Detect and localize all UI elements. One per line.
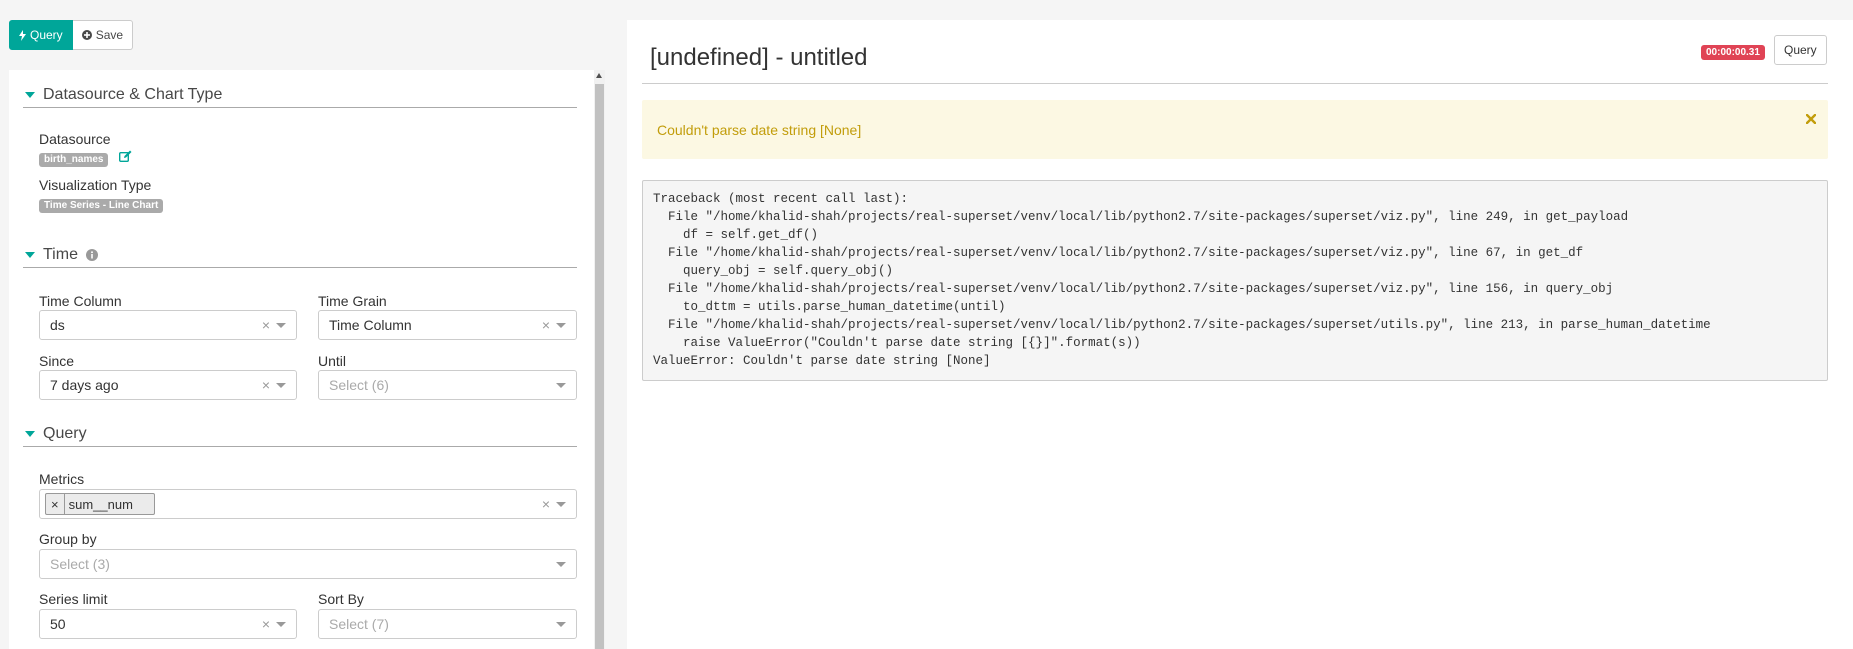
viz-type-field: Visualization Type Time Series - Line Ch… (39, 177, 164, 213)
chevron-down-icon (276, 621, 286, 627)
sort-by-placeholder: Select (7) (329, 616, 389, 632)
traceback-line: df = self.get_df() (653, 228, 819, 242)
chevron-down-icon (556, 382, 566, 388)
clear-icon[interactable]: × (262, 377, 270, 393)
since-value: 7 days ago (50, 377, 119, 393)
control-panel-scrollbar[interactable] (594, 70, 605, 649)
chevron-down-icon (556, 501, 566, 507)
chart-panel: [undefined] - untitled 00:00:00.31 Query… (627, 20, 1853, 649)
save-label: Save (95, 28, 124, 42)
time-column-value: ds (50, 317, 65, 333)
since-select[interactable]: 7 days ago × (39, 370, 297, 400)
time-grain-value: Time Column (329, 317, 412, 333)
remove-tag-icon[interactable]: × (46, 494, 65, 514)
traceback-line: Traceback (most recent call last): (653, 192, 909, 206)
scroll-up-icon[interactable] (596, 73, 602, 78)
explore-toolbar: Query Save (9, 20, 134, 50)
datasource-label: Datasource (39, 131, 111, 147)
info-icon[interactable] (85, 248, 98, 261)
datasource-section-header[interactable]: Datasource & Chart Type (23, 82, 577, 108)
sort-by-label: Sort By (318, 591, 364, 607)
time-section-title: Time (43, 245, 78, 263)
caret-down-icon (25, 430, 35, 437)
metric-tag-label: sum__num (68, 496, 133, 512)
until-placeholder: Select (6) (329, 377, 389, 393)
time-column-label: Time Column (39, 293, 122, 309)
error-traceback: Traceback (most recent call last): File … (642, 180, 1828, 381)
until-label: Until (318, 353, 347, 369)
until-select[interactable]: Select (6) (318, 370, 577, 400)
traceback-line: to_dttm = utils.parse_human_datetime(unt… (653, 300, 1006, 314)
control-panel: Datasource & Chart Type Datasource birth… (9, 70, 605, 649)
chevron-down-icon (276, 322, 286, 328)
series-limit-value: 50 (50, 616, 66, 632)
time-column-select[interactable]: ds × (39, 310, 297, 340)
caret-down-icon (25, 251, 35, 258)
datasource-section: Datasource & Chart Type (23, 82, 577, 108)
time-grain-select[interactable]: Time Column × (318, 310, 577, 340)
viz-type-label: Visualization Type (39, 177, 152, 193)
chevron-down-icon (556, 621, 566, 627)
query-section: Query (23, 421, 577, 447)
clear-icon[interactable]: × (262, 616, 270, 632)
series-limit-select[interactable]: 50 × (39, 609, 297, 639)
run-query-label: Query (30, 28, 63, 42)
datasource-field: Datasource birth_names (39, 131, 132, 168)
viz-type-badge[interactable]: Time Series - Line Chart (39, 199, 164, 213)
metric-tag: × sum__num (45, 493, 155, 515)
group-by-placeholder: Select (3) (50, 556, 110, 572)
run-query-button[interactable]: Query (9, 20, 73, 50)
traceback-line: raise ValueError("Couldn't parse date st… (653, 336, 1141, 350)
series-limit-label: Series limit (39, 591, 108, 607)
since-label: Since (39, 353, 75, 369)
datasource-badge: birth_names (39, 153, 109, 168)
plus-circle-icon (81, 30, 92, 40)
query-timer-badge: 00:00:00.31 (1701, 45, 1765, 60)
time-grain-label: Time Grain (318, 293, 387, 309)
alert-message: Couldn't parse date string [None] (657, 121, 862, 138)
close-icon[interactable] (1805, 111, 1817, 127)
traceback-line: ValueError: Couldn't parse date string [… (653, 354, 991, 368)
datasource-section-title: Datasource & Chart Type (43, 85, 223, 103)
view-query-button[interactable]: Query (1774, 35, 1827, 65)
clear-icon[interactable]: × (262, 317, 270, 333)
chevron-down-icon (556, 322, 566, 328)
traceback-line: File "/home/khalid-shah/projects/real-su… (653, 318, 1711, 332)
clear-icon[interactable]: × (542, 317, 550, 333)
chevron-down-icon (556, 561, 566, 567)
group-by-select[interactable]: Select (3) (39, 549, 577, 579)
traceback-line: query_obj = self.query_obj() (653, 264, 894, 278)
group-by-label: Group by (39, 531, 97, 547)
traceback-line: File "/home/khalid-shah/projects/real-su… (653, 246, 1584, 260)
traceback-line: File "/home/khalid-shah/projects/real-su… (653, 282, 1614, 296)
scrollbar-thumb[interactable] (595, 84, 604, 649)
save-button[interactable]: Save (72, 20, 134, 50)
slice-title[interactable]: [undefined] - untitled (650, 44, 868, 72)
traceback-line: File "/home/khalid-shah/projects/real-su… (653, 210, 1629, 224)
sort-by-select[interactable]: Select (7) (318, 609, 577, 639)
metrics-label: Metrics (39, 471, 85, 487)
error-alert: Couldn't parse date string [None] (642, 100, 1828, 159)
metrics-select[interactable]: × sum__num × (39, 489, 577, 519)
metrics-tags: × sum__num (45, 493, 542, 515)
caret-down-icon (25, 91, 35, 98)
query-section-title: Query (43, 424, 87, 442)
query-section-header[interactable]: Query (23, 421, 577, 447)
time-section: Time (23, 242, 577, 268)
time-section-header[interactable]: Time (23, 242, 577, 268)
chevron-down-icon (276, 382, 286, 388)
title-divider (642, 83, 1828, 84)
bolt-icon (19, 29, 26, 41)
edit-icon[interactable] (118, 149, 132, 167)
clear-icon[interactable]: × (542, 496, 550, 512)
